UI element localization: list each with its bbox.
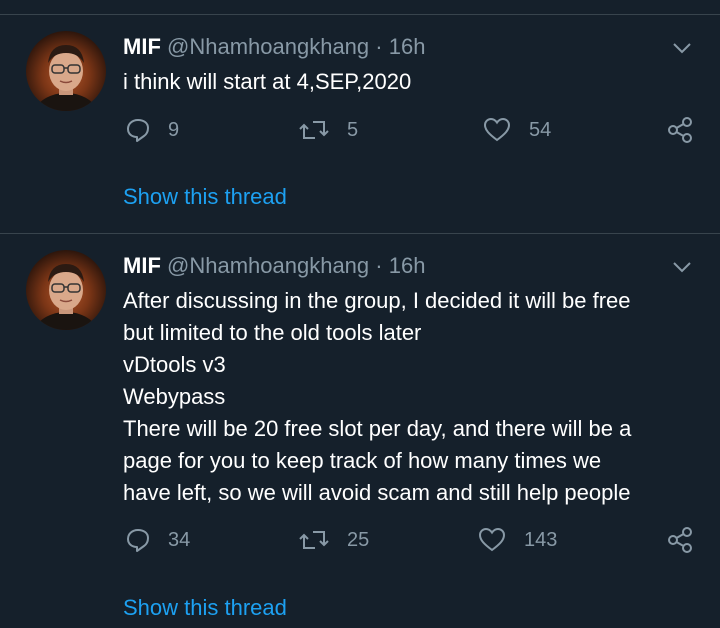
- tweet-header: MIF @Nhamhoangkhang · 16h: [123, 34, 425, 60]
- heart-icon: [483, 117, 511, 142]
- reply-icon: [127, 529, 149, 552]
- user-handle[interactable]: @Nhamhoangkhang: [167, 253, 369, 278]
- share-icon: [668, 117, 692, 143]
- tweet-actions: 34 25 143: [0, 525, 720, 555]
- heart-icon: [478, 527, 506, 552]
- retweet-button[interactable]: 25: [299, 525, 369, 555]
- chevron-down-icon[interactable]: [670, 255, 694, 279]
- separator-dot: ·: [375, 253, 383, 278]
- tweet-text-line: but limited to the old tools later: [123, 320, 422, 345]
- top-divider: [0, 14, 720, 15]
- chevron-down-icon[interactable]: [670, 36, 694, 60]
- tweet-text-line: Webypass: [123, 384, 226, 409]
- reply-icon: [127, 119, 149, 142]
- like-button[interactable]: 54: [483, 115, 551, 145]
- retweet-button[interactable]: 5: [299, 115, 358, 145]
- like-count: 54: [529, 118, 552, 141]
- tweet-divider: [0, 233, 720, 234]
- tweet-text-line: After discussing in the group, I decided…: [123, 288, 631, 313]
- like-count: 143: [524, 528, 558, 551]
- retweet-icon: [299, 121, 329, 139]
- tweet-text-line: vDtools v3: [123, 352, 226, 377]
- tweet-actions: 9 5 54: [0, 115, 720, 145]
- display-name[interactable]: MIF: [123, 34, 161, 59]
- tweet-text-line: have left, so we will avoid scam and sti…: [123, 480, 631, 505]
- share-icon: [668, 527, 692, 553]
- tweet-text: After discussing in the group, I decided…: [123, 285, 713, 509]
- tweet-text-line: There will be 20 free slot per day, and …: [123, 416, 632, 441]
- avatar[interactable]: [26, 250, 106, 330]
- share-button[interactable]: [666, 525, 694, 555]
- reply-button[interactable]: 34: [124, 525, 190, 555]
- timestamp[interactable]: 16h: [389, 253, 426, 278]
- tweet-text: i think will start at 4,SEP,2020: [123, 66, 713, 98]
- retweet-count: 25: [347, 528, 370, 551]
- retweet-count: 5: [347, 118, 359, 141]
- reply-count: 9: [168, 118, 180, 141]
- tweet-header: MIF @Nhamhoangkhang · 16h: [123, 253, 425, 279]
- separator-dot: ·: [375, 34, 383, 59]
- reply-button[interactable]: 9: [124, 115, 179, 145]
- retweet-icon: [299, 531, 329, 549]
- show-thread-link[interactable]: Show this thread: [123, 184, 287, 210]
- display-name[interactable]: MIF: [123, 253, 161, 278]
- reply-count: 34: [168, 528, 191, 551]
- tweet-text-line: i think will start at 4,SEP,2020: [123, 69, 412, 94]
- like-button[interactable]: 143: [478, 525, 557, 555]
- share-button[interactable]: [666, 115, 694, 145]
- tweet-text-line: page for you to keep track of how many t…: [123, 448, 602, 473]
- show-thread-link[interactable]: Show this thread: [123, 595, 287, 621]
- timestamp[interactable]: 16h: [389, 34, 426, 59]
- avatar[interactable]: [26, 31, 106, 111]
- user-handle[interactable]: @Nhamhoangkhang: [167, 34, 369, 59]
